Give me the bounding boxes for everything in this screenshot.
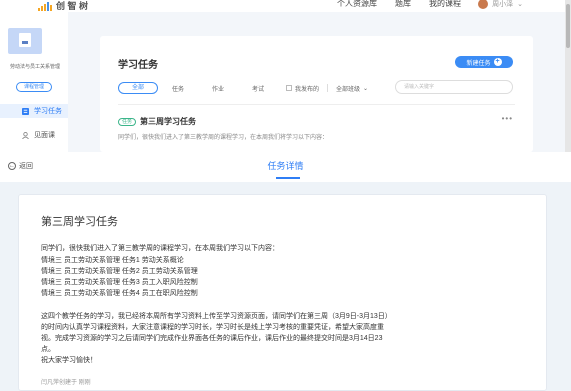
logo-bars-icon <box>38 1 52 11</box>
body-line: 这四个教学任务的学习，我已经将本周所有学习资料上传至学习资源页面，请同学们在第三… <box>41 313 392 320</box>
course-cover[interactable] <box>8 28 42 54</box>
user-menu[interactable]: 周小泽 ⌄ <box>478 0 523 9</box>
tab-exams[interactable]: 考试 <box>238 84 278 93</box>
class-select[interactable]: 全部班级 ⌄ <box>336 84 368 93</box>
chevron-down-icon: ⌄ <box>363 85 369 92</box>
task-type-badge: 任务 <box>118 117 137 126</box>
tab-all[interactable]: 全部 <box>118 82 158 94</box>
nav-item-question-bank[interactable]: 题库 <box>395 0 411 9</box>
search-input[interactable]: 请输入关键字 <box>395 80 513 94</box>
sidebar-item-tasks[interactable]: 学习任务 <box>0 104 68 118</box>
vertical-scrollbar[interactable] <box>565 0 571 152</box>
sidebar-item-label: 学习任务 <box>34 108 62 115</box>
divider <box>118 104 515 105</box>
tab-tasks[interactable]: 任务 <box>158 84 198 93</box>
filter-bar: 全部 任务 作业 考试 我发布的 全部班级 ⌄ <box>118 82 368 94</box>
plus-icon: + <box>493 58 502 66</box>
body-line: 祝大家学习愉快！ <box>41 357 97 364</box>
checkbox[interactable] <box>286 85 292 91</box>
divider <box>327 84 329 92</box>
topic-line: 情境三 员工劳动关系管理 任务3 员工入职风险控制 <box>41 279 198 286</box>
task-detail-view: ← 返回 任务详情 第三周学习任务 同学们，很快我们进入了第三教学周的课程学习，… <box>0 152 571 391</box>
author-footer: 闫凡萍创建于 刚刚 <box>41 380 91 386</box>
task-description: 同学们，很快我们进入了第三教学周的课程学习，在本周我们将学习以下内容： <box>118 135 329 141</box>
topic-line: 情境三 员工劳动关系管理 任务1 劳动关系概论 <box>41 257 184 264</box>
title-underline <box>276 177 300 179</box>
task-list-panel: 学习任务 新建任务 + 全部 任务 作业 考试 我发布的 全部班级 ⌄ 请输入关… <box>100 36 533 152</box>
top-navbar: 创 智 树 个人资源库 题库 我的课程 周小泽 ⌄ <box>0 0 571 12</box>
class-select-value: 全部班级 <box>336 86 361 93</box>
chevron-down-icon: ⌄ <box>517 1 523 8</box>
nav-item-my-courses[interactable]: 我的课程 <box>429 0 461 9</box>
logo-text: 创 智 树 <box>56 0 89 11</box>
list-icon <box>22 107 29 115</box>
page-title: 任务详情 <box>267 161 304 171</box>
body-line: 点。 <box>41 346 55 353</box>
new-task-button[interactable]: 新建任务 + <box>455 56 513 68</box>
my-published-label: 我发布的 <box>295 86 320 93</box>
course-name: 劳动法与员工关系管理 <box>9 64 60 70</box>
my-published-filter[interactable]: 我发布的 <box>286 84 319 93</box>
top-nav: 个人资源库 题库 我的课程 <box>337 0 461 9</box>
new-task-label: 新建任务 <box>466 60 491 67</box>
more-options-icon[interactable]: ••• <box>502 114 513 123</box>
task-item[interactable]: 任务 第三周学习任务 <box>118 116 196 127</box>
body-line: 的时间内认真学习课程资料，大家注意课程的学习时长，学习时长是线上学习考核的重要凭… <box>41 324 384 331</box>
topic-line: 情境三 员工劳动关系管理 任务4 员工在职风险控制 <box>41 290 198 297</box>
site-logo[interactable]: 创 智 树 <box>38 0 88 12</box>
task-title: 第三周学习任务 <box>41 216 118 228</box>
document-icon <box>19 33 31 47</box>
task-detail-card: 第三周学习任务 同学们，很快我们进入了第三教学周的课程学习，在本周我们学习以下内… <box>18 194 547 391</box>
course-list-view: 创 智 树 个人资源库 题库 我的课程 周小泽 ⌄ 劳动法与员工关系管理 课程管… <box>0 0 571 152</box>
course-manage-button[interactable]: 课程管理 <box>16 82 52 92</box>
body-line: 视。完成学习资源的学习之后请同学们完成作业界面各任务的课后作业，课后作业的最终提… <box>41 335 383 342</box>
panel-title: 学习任务 <box>118 60 158 71</box>
avatar <box>478 0 489 9</box>
task-title[interactable]: 第三周学习任务 <box>140 116 196 127</box>
sidebar-item-meetings[interactable]: 见面课 <box>0 128 68 142</box>
person-icon <box>22 131 29 139</box>
sidebar-item-label: 见面课 <box>34 132 55 139</box>
detail-header: ← 返回 任务详情 <box>0 152 571 182</box>
scrollbar-thumb[interactable] <box>566 4 570 48</box>
user-name: 周小泽 <box>492 1 514 8</box>
topic-line: 情境三 员工劳动关系管理 任务2 员工劳动关系管理 <box>41 268 198 275</box>
sidebar: 劳动法与员工关系管理 课程管理 学习任务 见面课 <box>0 12 68 152</box>
nav-item-resources[interactable]: 个人资源库 <box>337 0 377 9</box>
tab-homework[interactable]: 作业 <box>198 84 238 93</box>
intro-line: 同学们，很快我们进入了第三教学周的课程学习，在本周我们学习以下内容： <box>41 245 279 252</box>
